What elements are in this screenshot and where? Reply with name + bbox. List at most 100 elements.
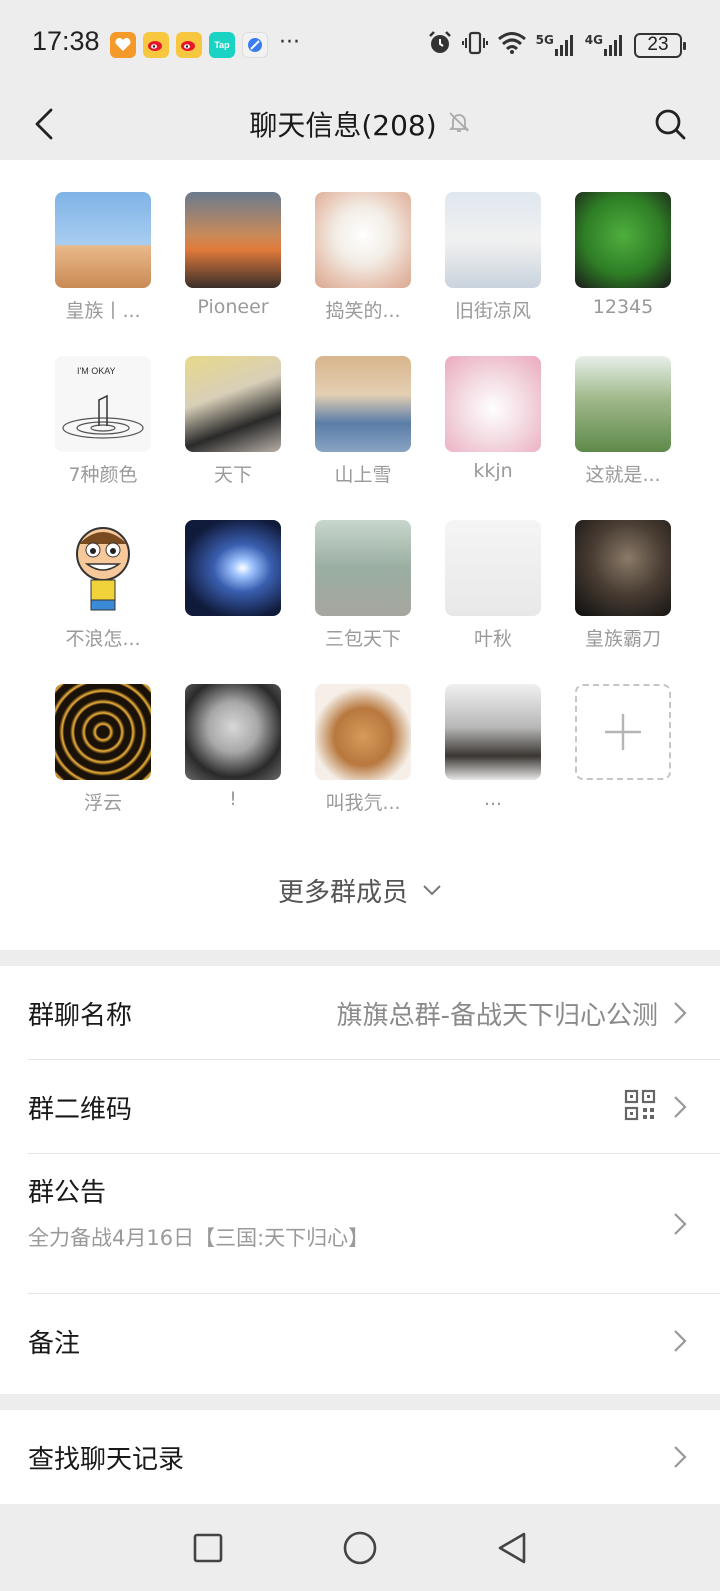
chevron-right-icon: [670, 1210, 690, 1238]
avatar-white-puppy[interactable]: [315, 192, 411, 288]
member-item[interactable]: kkjn: [428, 354, 558, 518]
svg-text:I'M OKAY: I'M OKAY: [77, 366, 116, 376]
member-name: 三包天下: [324, 628, 401, 650]
avatar-kids-street[interactable]: [315, 520, 411, 616]
title-bar: 聊天信息(208): [0, 88, 720, 160]
avatar-man-in-field[interactable]: [575, 356, 671, 452]
member-item[interactable]: 这就是...: [558, 354, 688, 518]
vibrate-icon: [461, 30, 488, 60]
qr-code-icon: [624, 1089, 656, 1125]
browser-icon: [242, 32, 268, 58]
recents-button[interactable]: [184, 1524, 232, 1572]
member-item[interactable]: ...: [428, 682, 558, 846]
back-nav-button[interactable]: [488, 1524, 536, 1572]
member-grid: 皇族丨... Pioneer 捣笑的... 旧街凉风 12345 I'M OKAY 7种颜色…: [38, 190, 682, 846]
member-name: 叫我氕...: [325, 792, 401, 814]
search-history-group: 查找聊天记录: [0, 1410, 720, 1504]
search-icon: [655, 109, 686, 140]
bell-muted-icon: [447, 110, 471, 138]
search-button[interactable]: [644, 98, 696, 150]
member-item[interactable]: 叶秋: [428, 518, 558, 682]
notification-icons: Tap ···: [110, 32, 300, 58]
group-name-label: 群聊名称: [28, 1000, 133, 1031]
alarm-icon: [427, 30, 453, 60]
more-members-label: 更多群成员: [277, 877, 408, 908]
more-members-button[interactable]: 更多群成员: [0, 866, 720, 914]
avatar-golden-rings[interactable]: [55, 684, 151, 780]
group-notice-label: 群公告: [28, 1178, 107, 1208]
member-item[interactable]: [168, 518, 298, 682]
avatar-anime-boy[interactable]: [445, 192, 541, 288]
more-notifications: ···: [279, 30, 300, 55]
avatar-green-mask[interactable]: [575, 192, 671, 288]
group-qr-row[interactable]: 群二维码: [0, 1060, 720, 1154]
chevron-right-icon: [670, 1327, 690, 1355]
home-button[interactable]: [336, 1524, 384, 1572]
member-item[interactable]: 天下: [168, 354, 298, 518]
member-item[interactable]: 三包天下: [298, 518, 428, 682]
taptap-icon: Tap: [209, 32, 235, 58]
member-item[interactable]: I'M OKAY 7种颜色: [38, 354, 168, 518]
search-history-label: 查找聊天记录: [28, 1444, 185, 1475]
group-notice-row[interactable]: 群公告 全力备战4月16日【三国:天下归心】: [0, 1154, 720, 1294]
plus-icon: [605, 714, 641, 750]
avatar-dark-boy[interactable]: [185, 684, 281, 780]
member-item[interactable]: 浮云: [38, 682, 168, 846]
add-member-item[interactable]: [558, 682, 688, 846]
avatar-baby-denim[interactable]: [315, 356, 411, 452]
remark-row[interactable]: 备注: [0, 1294, 720, 1388]
member-name: 皇族丨...: [65, 300, 141, 322]
member-name: 这就是...: [585, 464, 661, 486]
member-item[interactable]: !: [168, 682, 298, 846]
search-history-row[interactable]: 查找聊天记录: [0, 1410, 720, 1504]
avatar-sunset-silhouette[interactable]: [185, 192, 281, 288]
chevron-right-icon: [670, 1093, 690, 1121]
status-bar: 17:38 Tap ··· 5G 4G 23: [0, 0, 720, 88]
member-name: 皇族霸刀: [584, 628, 661, 650]
app-icon-orange: [110, 32, 136, 58]
member-name: 7种颜色: [68, 464, 138, 486]
chevron-right-icon: [670, 999, 690, 1027]
group-qr-label: 群二维码: [28, 1094, 133, 1125]
member-item[interactable]: 不浪怎...: [38, 518, 168, 682]
signal-4g-icon: 4G: [585, 33, 625, 57]
member-item[interactable]: 皇族丨...: [38, 190, 168, 354]
avatar-man-sweater[interactable]: [575, 520, 671, 616]
member-item[interactable]: 捣笑的...: [298, 190, 428, 354]
member-name: Pioneer: [197, 296, 269, 318]
member-name: !: [229, 788, 237, 810]
avatar-cat-curls[interactable]: [315, 684, 411, 780]
avatar-sketch-girl[interactable]: [445, 520, 541, 616]
member-name: 旧街凉风: [454, 300, 531, 322]
member-item[interactable]: 12345: [558, 190, 688, 354]
member-item[interactable]: 山上雪: [298, 354, 428, 518]
status-time: 17:38: [32, 26, 100, 56]
chevron-down-icon: [423, 885, 441, 896]
member-name: 捣笑的...: [325, 300, 401, 322]
member-name: ...: [483, 788, 503, 810]
member-item[interactable]: Pioneer: [168, 190, 298, 354]
group-name-value: 旗旗总群-备战天下归心公测: [336, 1000, 658, 1031]
system-nav-bar: [0, 1504, 720, 1591]
member-name: kkjn: [473, 460, 513, 482]
member-name: 叶秋: [473, 628, 512, 650]
members-panel: 皇族丨... Pioneer 捣笑的... 旧街凉风 12345 I'M OKAY 7种颜色…: [0, 160, 720, 950]
avatar-blur-silhouette[interactable]: [445, 684, 541, 780]
add-member-button[interactable]: [575, 684, 671, 780]
group-name-row[interactable]: 群聊名称 旗旗总群-备战天下归心公测: [0, 966, 720, 1060]
avatar-pink-bear[interactable]: [445, 356, 541, 452]
member-item[interactable]: 叫我氕...: [298, 682, 428, 846]
member-item[interactable]: 皇族霸刀: [558, 518, 688, 682]
avatar-galaxy[interactable]: [185, 520, 281, 616]
member-item[interactable]: 旧街凉风: [428, 190, 558, 354]
avatar-cartoon-kid[interactable]: [55, 520, 151, 616]
group-settings: 群聊名称 旗旗总群-备战天下归心公测 群二维码 群公告 全力备战4月16日【三国…: [0, 966, 720, 1394]
member-name: 浮云: [83, 792, 122, 814]
group-notice-text: 全力备战4月16日【三国:天下归心】: [28, 1226, 370, 1250]
avatar-cartoon-man[interactable]: [55, 192, 151, 288]
avatar-im-okay-sketch[interactable]: I'M OKAY: [55, 356, 151, 452]
member-name: 12345: [592, 296, 654, 318]
weibo-icon: [143, 32, 169, 58]
avatar-person-on-chair[interactable]: [185, 356, 281, 452]
status-right: 5G 4G 23: [427, 30, 686, 60]
